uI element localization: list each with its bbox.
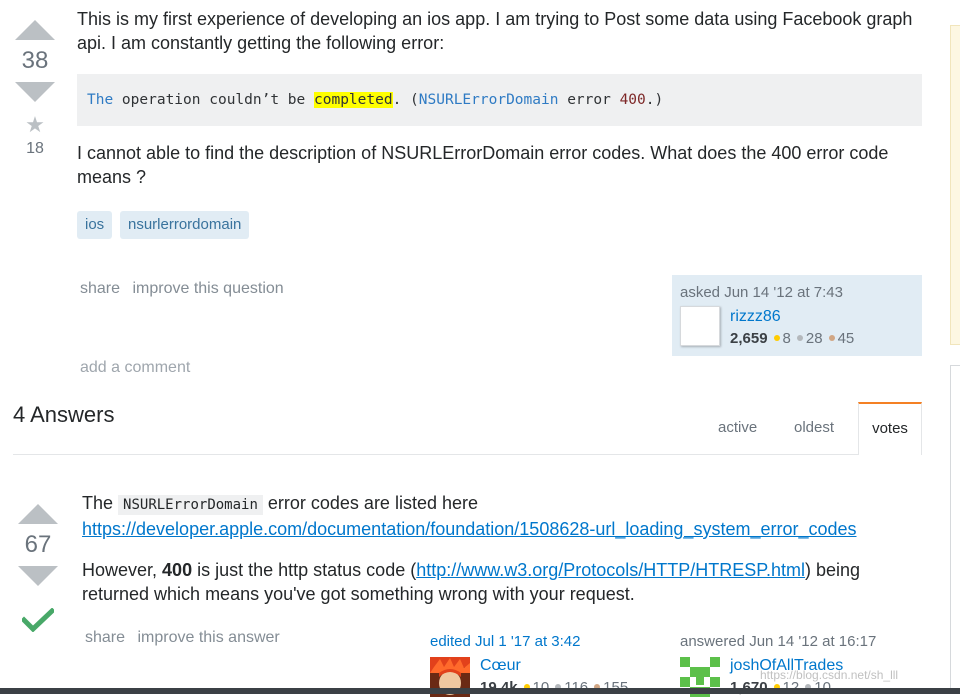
question-paragraph-1: This is my first experience of developin… xyxy=(77,9,913,53)
tab-active[interactable]: active xyxy=(718,419,757,436)
code-text: operation couldn’t be xyxy=(113,92,314,108)
code-text: .) xyxy=(645,92,664,108)
answer-text: However, xyxy=(82,560,163,580)
answer-text: The xyxy=(82,493,119,513)
question-vote-cell: 38 ★ 18 xyxy=(13,20,57,158)
answer-paragraph-1: The NSURLErrorDomain error codes are lis… xyxy=(82,491,922,541)
error-code-block: The operation couldn’t be completed. (NS… xyxy=(77,74,922,126)
bronze-badge-icon xyxy=(828,335,835,342)
silver-badge-count: 28 xyxy=(805,330,823,347)
improve-question-link[interactable]: improve this question xyxy=(132,280,283,297)
sidebar-panel-edge xyxy=(950,365,960,694)
answer-bold: 400 xyxy=(162,560,193,580)
editor-signature: edited Jul 1 '17 at 3:42 Cœur 19.4k10116… xyxy=(430,633,660,697)
asked-timestamp: asked Jun 14 '12 at 7:43 xyxy=(680,284,843,301)
question-post-menu: share improve this question xyxy=(80,280,292,298)
code-number: 400 xyxy=(619,92,646,108)
code-text: . ( xyxy=(392,92,419,108)
tag-nsurlerrordomain[interactable]: nsurlerrordomain xyxy=(120,211,250,239)
tag-ios[interactable]: ios xyxy=(77,211,113,239)
share-link[interactable]: share xyxy=(80,280,120,297)
favorite-star-icon[interactable]: ★ xyxy=(13,114,57,136)
answer-text: is just the http status code ( xyxy=(192,560,417,580)
question-paragraph-2: I cannot able to find the description of… xyxy=(77,143,889,187)
accepted-check-icon xyxy=(22,608,54,632)
answerer-signature: answered Jun 14 '12 at 16:17 joshOfAllTr… xyxy=(680,633,922,697)
reputation-score: 2,659 xyxy=(730,330,768,347)
code-highlight: completed xyxy=(314,92,393,108)
w3-protocol-link[interactable]: http://www.w3.org/Protocols/HTTP/HTRESP.… xyxy=(416,560,805,580)
apple-docs-link[interactable]: https://developer.apple.com/documentatio… xyxy=(82,519,857,539)
sidebar-notice-edge xyxy=(950,25,960,345)
code-keyword: The xyxy=(87,92,114,108)
favorite-count: 18 xyxy=(26,140,44,157)
share-link[interactable]: share xyxy=(85,629,125,646)
question-vote-count: 38 xyxy=(21,47,49,74)
answer-vote-count: 67 xyxy=(24,531,52,558)
answers-count-title: 4 Answers xyxy=(13,402,115,427)
improve-answer-link[interactable]: improve this answer xyxy=(137,629,279,646)
downvote-arrow-icon[interactable] xyxy=(15,82,55,102)
avatar[interactable] xyxy=(680,306,720,346)
answer-paragraph-2: However, 400 is just the http status cod… xyxy=(82,558,922,606)
asker-signature: asked Jun 14 '12 at 7:43 rizzz86 2,659 8 2… xyxy=(672,275,922,356)
add-comment-link[interactable]: add a comment xyxy=(80,359,190,377)
bottom-bar xyxy=(0,688,960,694)
edited-timestamp[interactable]: edited Jul 1 '17 at 3:42 xyxy=(430,633,660,650)
tab-oldest[interactable]: oldest xyxy=(794,419,834,436)
code-domain: NSURLErrorDomain xyxy=(418,92,559,108)
upvote-arrow-icon[interactable] xyxy=(18,504,58,524)
gold-badge-count: 8 xyxy=(782,330,791,347)
downvote-arrow-icon[interactable] xyxy=(18,566,58,586)
silver-badge-icon xyxy=(796,335,803,342)
gold-badge-icon xyxy=(773,335,780,342)
upvote-arrow-icon[interactable] xyxy=(15,20,55,40)
watermark: https://blog.csdn.net/sh_lll xyxy=(760,668,899,682)
answer-text: error codes are listed here xyxy=(262,493,478,513)
answer-post-menu: share improve this answer xyxy=(85,629,288,647)
answered-timestamp: answered Jun 14 '12 at 16:17 xyxy=(680,633,877,650)
answer-vote-cell: 67 xyxy=(16,504,60,632)
reputation: 2,659 8 28 45 xyxy=(730,330,854,347)
tabs-divider xyxy=(13,454,922,455)
user-name-link[interactable]: rizzz86 xyxy=(730,308,781,326)
user-name-link[interactable]: Cœur xyxy=(480,657,521,675)
tab-votes[interactable]: votes xyxy=(858,402,922,455)
inline-code: NSURLErrorDomain xyxy=(118,495,263,515)
code-text: error xyxy=(558,92,620,108)
bronze-badge-count: 45 xyxy=(837,330,855,347)
